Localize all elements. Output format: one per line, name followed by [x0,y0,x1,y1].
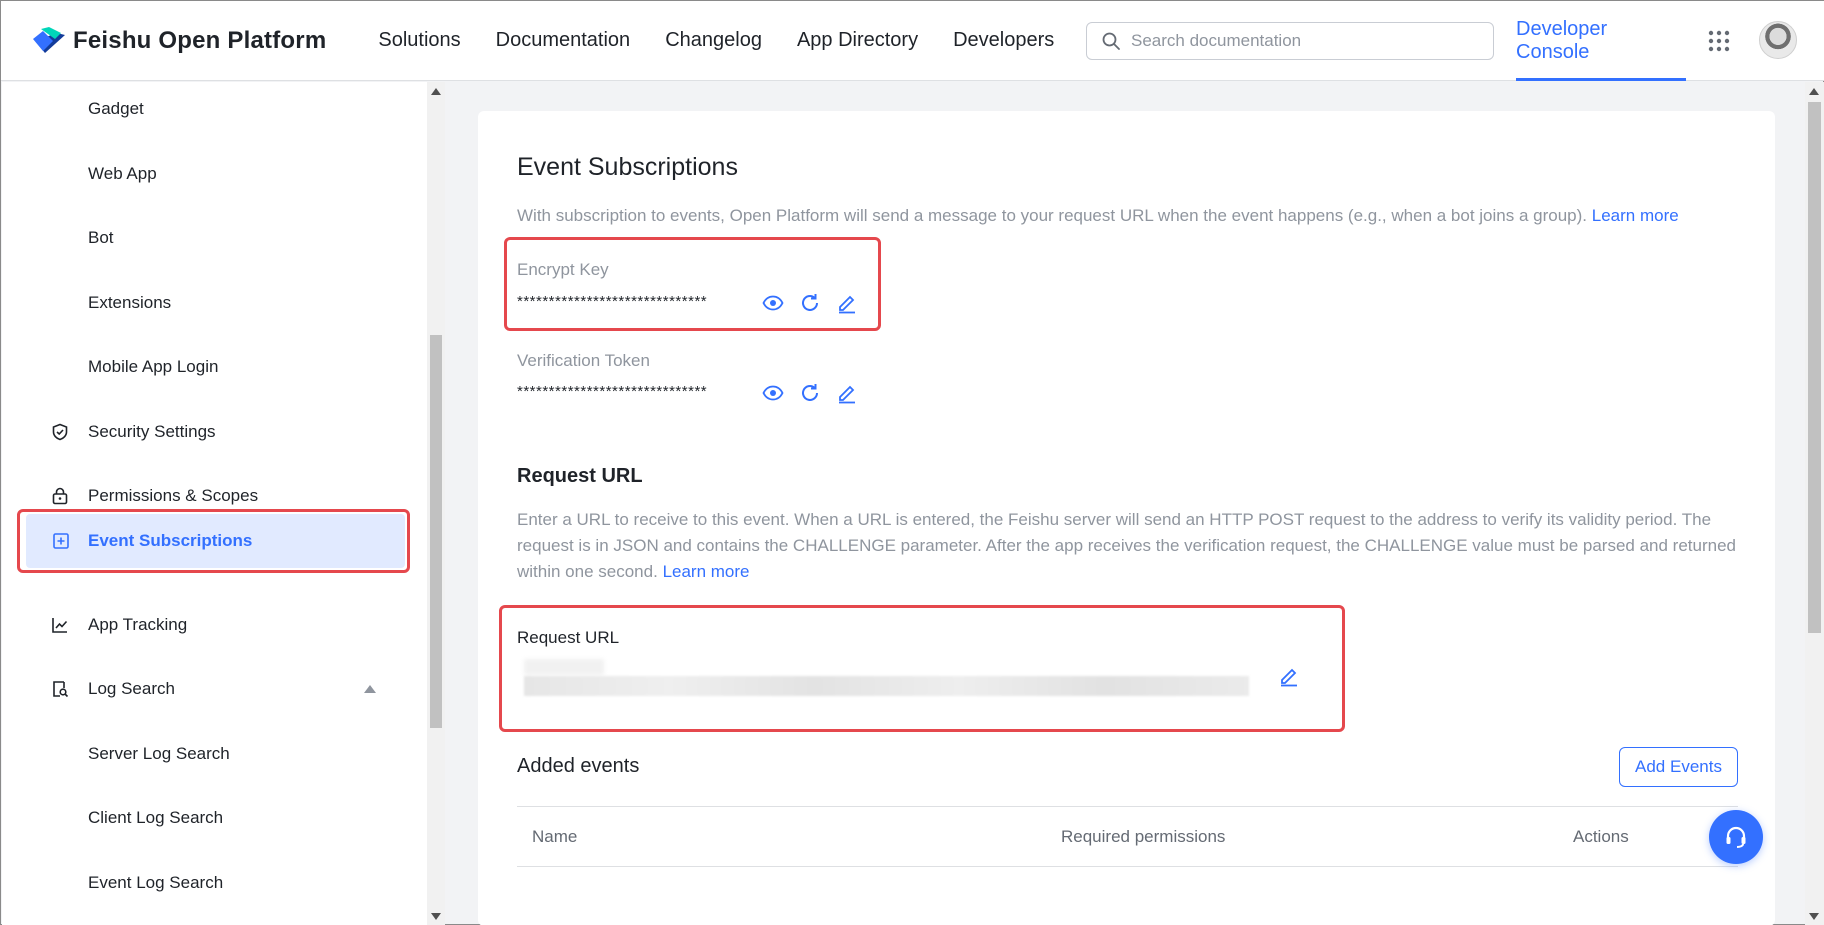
sidebar-item-event-log-search[interactable]: Event Log Search [2,863,428,903]
request-url-heading: Request URL [517,465,643,487]
learn-more-link[interactable]: Learn more [1592,206,1679,225]
scroll-down-arrow-icon[interactable] [431,913,441,920]
column-header-actions[interactable]: Actions [1573,827,1629,847]
sidebar-item-gadget[interactable]: Gadget [2,89,428,129]
user-avatar[interactable] [1759,21,1797,59]
sidebar-item-label: Client Log Search [88,808,224,827]
refresh-icon[interactable] [799,382,821,404]
sidebar-scroll-thumb[interactable] [430,335,442,728]
nav-documentation[interactable]: Documentation [496,29,631,52]
scroll-up-arrow-icon[interactable] [431,88,441,95]
eye-icon[interactable] [762,382,784,404]
sidebar-item-client-log-search[interactable]: Client Log Search [2,798,428,838]
sidebar-item-label: Extensions [88,293,172,312]
sidebar-item-label: App Tracking [88,615,188,634]
sidebar-item-security-settings[interactable]: Security Settings [2,412,428,452]
sidebar: Gadget Web App Bot Extensions Mobile App… [2,82,428,925]
developer-console-tab[interactable]: Developer Console [1516,1,1686,81]
sidebar-item-label: Event Subscriptions [88,531,253,550]
column-header-name[interactable]: Name [532,827,577,847]
request-url-value-blurred [524,676,1249,696]
shield-check-icon [52,423,68,441]
sidebar-item-label: Permissions & Scopes [88,486,259,505]
sidebar-item-bot[interactable]: Bot [2,218,428,258]
event-subscriptions-card: Event Subscriptions With subscription to… [478,111,1775,925]
request-url-label: Request URL [517,628,620,647]
nav-changelog[interactable]: Changelog [665,29,762,52]
collapse-caret-icon[interactable] [364,685,376,693]
page-description: With subscription to events, Open Platfo… [517,203,1679,229]
verification-token-label: Verification Token [517,351,650,370]
sidebar-item-label: Gadget [88,99,144,118]
plus-square-icon [53,533,69,549]
line-chart-icon [52,618,68,633]
sidebar-item-extensions[interactable]: Extensions [2,283,428,323]
top-navigation: Feishu Open Platform Solutions Documenta… [1,1,1824,81]
page-scrollbar[interactable] [1805,82,1824,925]
scroll-down-arrow-icon[interactable] [1809,913,1819,920]
page-scroll-thumb[interactable] [1808,102,1821,633]
edit-pencil-icon[interactable] [836,292,858,314]
encrypt-key-value: ****************************** [517,293,708,310]
add-events-button[interactable]: Add Events [1619,747,1738,787]
learn-more-link[interactable]: Learn more [663,562,750,581]
nav-app-directory[interactable]: App Directory [797,29,918,52]
search-icon [1102,32,1120,50]
column-header-required-permissions[interactable]: Required permissions [1061,827,1225,847]
headset-icon [1726,826,1746,848]
doc-search-icon [53,681,69,698]
refresh-icon[interactable] [799,292,821,314]
customer-support-button[interactable] [1709,810,1763,864]
description-text: With subscription to events, Open Platfo… [517,206,1588,225]
main-nav: Solutions Documentation Changelog App Di… [378,29,1089,52]
sidebar-item-label: Log Search [88,679,175,698]
brand-name: Feishu Open Platform [73,26,327,54]
page-title: Event Subscriptions [517,153,738,181]
scroll-up-arrow-icon[interactable] [1809,88,1819,95]
feishu-logo-icon [33,26,65,53]
added-events-heading: Added events [517,755,640,777]
events-table-header: Name Required permissions Actions [517,806,1738,867]
sidebar-item-server-log-search[interactable]: Server Log Search [2,734,428,774]
sidebar-item-mobile-app-login[interactable]: Mobile App Login [2,347,428,387]
sidebar-scrollbar[interactable] [427,82,445,925]
sidebar-item-web-app[interactable]: Web App [2,154,428,194]
search-input[interactable] [1131,31,1493,51]
nav-developers[interactable]: Developers [953,29,1054,52]
sidebar-item-label: Bot [88,228,114,247]
lock-icon [52,487,68,505]
verification-token-value: ****************************** [517,383,708,400]
request-url-description: Enter a URL to receive to this event. Wh… [517,507,1747,585]
brand-logo[interactable]: Feishu Open Platform [31,26,327,55]
sidebar-item-event-subscriptions[interactable]: Event Subscriptions [26,514,405,568]
sidebar-item-app-tracking[interactable]: App Tracking [2,605,428,645]
sidebar-item-label: Security Settings [88,422,216,441]
search-box[interactable] [1086,22,1494,60]
sidebar-item-label: Server Log Search [88,744,230,763]
sidebar-item-log-search[interactable]: Log Search [2,669,428,709]
eye-icon[interactable] [762,292,784,314]
edit-pencil-icon[interactable] [836,382,858,404]
encrypt-key-label: Encrypt Key [517,260,609,279]
request-url-value-blurred [524,659,604,675]
apps-grid-icon[interactable] [1708,30,1730,52]
nav-solutions[interactable]: Solutions [378,29,460,52]
sidebar-item-label: Event Log Search [88,873,224,892]
sidebar-item-label: Mobile App Login [88,357,219,376]
edit-pencil-icon[interactable] [1278,665,1300,687]
sidebar-item-label: Web App [88,164,157,183]
sidebar-item-permissions-scopes[interactable]: Permissions & Scopes [2,476,428,516]
